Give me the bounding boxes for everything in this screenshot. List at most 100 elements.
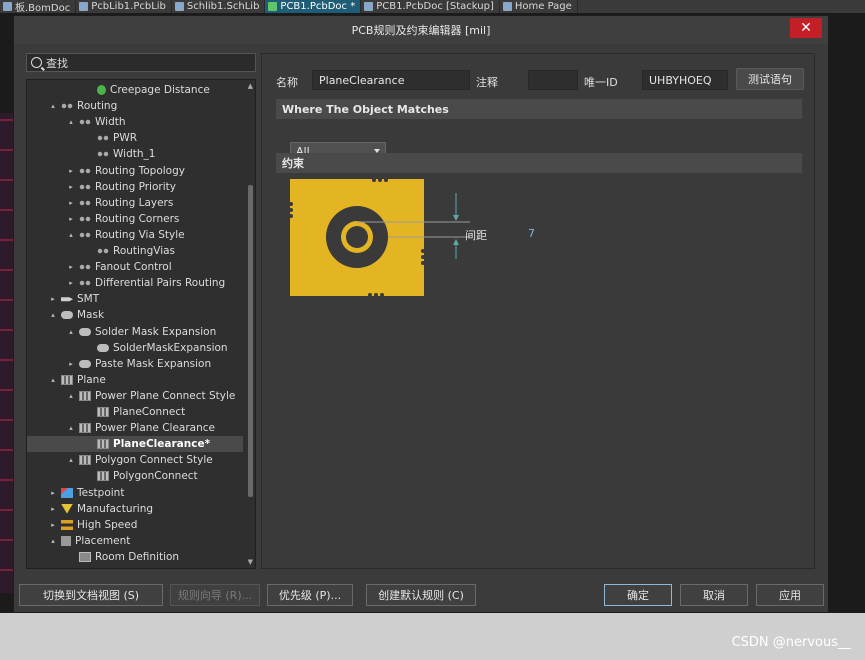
tree-item[interactable]: PWR xyxy=(27,130,243,146)
clearance-value[interactable]: 7 xyxy=(528,227,535,240)
expand-toggle-icon[interactable]: ▸ xyxy=(67,279,75,287)
tree-item[interactable]: ▸ Routing Layers xyxy=(27,195,243,211)
search-input[interactable] xyxy=(46,56,246,69)
rule-icon xyxy=(79,165,91,176)
document-tab[interactable]: 板.BomDoc xyxy=(0,0,77,13)
expand-toggle-icon[interactable]: ▴ xyxy=(49,376,57,384)
tree-item[interactable]: ▴ Width xyxy=(27,114,243,130)
expand-toggle-icon[interactable]: ▸ xyxy=(49,489,57,497)
search-box[interactable] xyxy=(26,53,256,72)
tree-item[interactable]: ▸ Testpoint xyxy=(27,485,243,501)
ok-button[interactable]: 确定 xyxy=(604,584,672,606)
unique-id-field[interactable] xyxy=(642,70,728,90)
tree-item[interactable]: ▴ Routing Via Style xyxy=(27,227,243,243)
document-tab[interactable]: Schlib1.SchLib xyxy=(172,0,266,13)
tree-item[interactable]: ▸ Routing Priority xyxy=(27,179,243,195)
create-default-rules-button[interactable]: 创建默认规则 (C) xyxy=(366,584,476,606)
expand-toggle-icon[interactable]: ▸ xyxy=(49,505,57,513)
expand-toggle-icon[interactable]: ▸ xyxy=(67,360,75,368)
tree-item[interactable]: ▸ Routing Topology xyxy=(27,163,243,179)
tree-item[interactable]: ▸ High Speed xyxy=(27,517,243,533)
tree-item[interactable]: ▸ Fanout Control xyxy=(27,259,243,275)
dialog-title: PCB规则及约束编辑器 [mil] xyxy=(351,24,491,37)
tree-item[interactable]: ▴ Polygon Connect Style xyxy=(27,452,243,468)
tab-label: 板.BomDoc xyxy=(15,3,71,13)
tree-item[interactable]: ▴ Routing xyxy=(27,98,243,114)
document-tab[interactable]: Home Page xyxy=(500,0,578,13)
document-icon xyxy=(174,2,184,11)
scroll-up-icon[interactable]: ▲ xyxy=(248,82,253,90)
expand-toggle-icon[interactable]: ▴ xyxy=(49,102,57,110)
tree-item[interactable]: RoutingVias xyxy=(27,243,243,259)
tree-item[interactable]: PlaneConnect xyxy=(27,404,243,420)
tree-item[interactable]: Creepage Distance xyxy=(27,82,243,98)
tree-item[interactable]: ▸ SMT xyxy=(27,291,243,307)
document-tab[interactable]: PcbLib1.PcbLib xyxy=(76,0,172,13)
tree-item[interactable]: ▸ Paste Mask Expansion xyxy=(27,356,243,372)
expand-toggle-icon[interactable]: ▸ xyxy=(67,183,75,191)
tree-item-label: Fanout Control xyxy=(95,261,172,274)
tree-item[interactable]: PlaneClearance* xyxy=(27,436,243,453)
tree-item[interactable]: ▸ Differential Pairs Routing xyxy=(27,275,243,291)
expand-toggle-icon[interactable]: ▸ xyxy=(67,215,75,223)
rules-tree[interactable]: ▲ ▼ Creepage Distance ▴ Routing ▴ Width PWR Wi… xyxy=(26,79,256,569)
tree-item-label: Polygon Connect Style xyxy=(95,454,213,467)
tree-scrollbar[interactable] xyxy=(248,185,253,497)
tree-item[interactable]: ▴ Placement xyxy=(27,533,243,549)
document-tab[interactable]: PCB1.PcbDoc * xyxy=(265,0,362,13)
tree-item-label: Mask xyxy=(77,309,105,322)
creepage-icon xyxy=(97,85,106,95)
plane-icon xyxy=(79,390,91,401)
comment-field[interactable] xyxy=(528,70,578,90)
tree-item[interactable]: ▴ Power Plane Clearance xyxy=(27,420,243,436)
tree-item-label: Component Clearance xyxy=(95,567,212,568)
tree-item[interactable]: ▴ Power Plane Connect Style xyxy=(27,388,243,404)
highspeed-icon xyxy=(61,519,73,530)
tree-item[interactable]: Component Clearance xyxy=(27,565,243,568)
expand-toggle-icon[interactable]: ▴ xyxy=(49,311,57,319)
tree-item[interactable]: PolygonConnect xyxy=(27,468,243,484)
expand-toggle-icon[interactable]: ▸ xyxy=(67,167,75,175)
expand-toggle-icon[interactable]: ▴ xyxy=(67,328,75,336)
tree-item[interactable]: Room Definition xyxy=(27,549,243,565)
tree-item[interactable]: ▸ Routing Corners xyxy=(27,211,243,227)
close-button[interactable]: ✕ xyxy=(790,18,822,38)
rule-icon xyxy=(97,133,109,144)
tab-label: PcbLib1.PcbLib xyxy=(91,1,166,12)
scroll-down-icon[interactable]: ▼ xyxy=(248,558,253,566)
expand-toggle-icon[interactable]: ▴ xyxy=(67,231,75,239)
rule-icon xyxy=(79,213,91,224)
expand-toggle-icon[interactable]: ▸ xyxy=(67,199,75,207)
expand-toggle-icon[interactable]: ▸ xyxy=(67,263,75,271)
expand-toggle-icon[interactable]: ▸ xyxy=(49,295,57,303)
tree-item[interactable]: SolderMaskExpansion xyxy=(27,340,243,356)
expand-toggle-icon[interactable]: ▴ xyxy=(67,456,75,464)
via-hole xyxy=(346,226,368,248)
tree-item[interactable]: Width_1 xyxy=(27,146,243,162)
tree-item-label: Routing Via Style xyxy=(95,228,185,241)
smt-icon xyxy=(61,297,73,302)
room-icon xyxy=(79,551,91,562)
switch-document-view-button[interactable]: 切换到文档视图 (S) xyxy=(19,584,163,606)
expand-toggle-icon[interactable]: ▴ xyxy=(67,424,75,432)
tree-item[interactable]: ▸ Manufacturing xyxy=(27,501,243,517)
tree-item[interactable]: ▴ Solder Mask Expansion xyxy=(27,324,243,340)
test-query-button[interactable]: 测试语句 xyxy=(736,68,804,90)
priority-button[interactable]: 优先级 (P)... xyxy=(267,584,353,606)
expand-toggle-icon[interactable]: ▴ xyxy=(67,392,75,400)
comment-label: 注释 xyxy=(476,76,498,89)
apply-button[interactable]: 应用 xyxy=(756,584,824,606)
rule-icon xyxy=(79,181,91,192)
expand-toggle-icon[interactable]: ▴ xyxy=(67,118,75,126)
tree-item[interactable]: ▴ Mask xyxy=(27,307,243,323)
rule-icon xyxy=(97,246,109,256)
rule-wizard-button[interactable]: 规则向导 (R)... xyxy=(170,584,260,606)
pcb-board-edge xyxy=(0,113,13,593)
cancel-button[interactable]: 取消 xyxy=(680,584,748,606)
rule-name-field[interactable] xyxy=(312,70,470,90)
expand-toggle-icon[interactable]: ▴ xyxy=(49,537,57,545)
expand-toggle-icon[interactable]: ▸ xyxy=(49,521,57,529)
unique-id-label: 唯一ID xyxy=(584,76,618,89)
document-tab[interactable]: PCB1.PcbDoc [Stackup] xyxy=(361,0,500,13)
tree-item[interactable]: ▴ Plane xyxy=(27,372,243,388)
